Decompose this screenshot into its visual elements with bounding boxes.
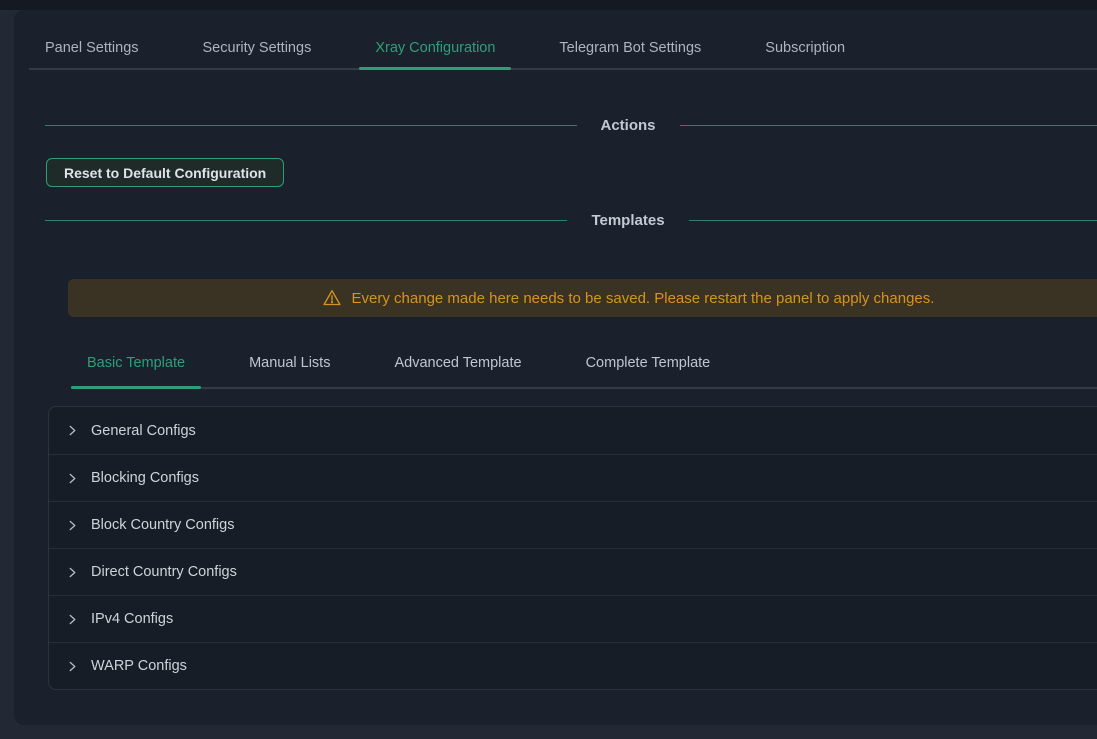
tab-telegram-bot-settings[interactable]: Telegram Bot Settings xyxy=(543,40,717,68)
accordion-item-label: IPv4 Configs xyxy=(91,611,173,627)
top-band xyxy=(0,0,1097,10)
chevron-right-icon xyxy=(67,567,78,578)
chevron-right-icon xyxy=(67,473,78,484)
tab-xray-configuration[interactable]: Xray Configuration xyxy=(359,40,511,68)
configs-accordion: General Configs Blocking Configs Block C… xyxy=(48,406,1097,690)
accordion-item-ipv4-configs[interactable]: IPv4 Configs xyxy=(49,595,1097,642)
warning-triangle-icon xyxy=(322,288,342,308)
accordion-item-label: General Configs xyxy=(91,423,196,439)
accordion-item-direct-country-configs[interactable]: Direct Country Configs xyxy=(49,548,1097,595)
template-tabbar: Basic Template Manual Lists Advanced Tem… xyxy=(71,355,1097,389)
tab-complete-template[interactable]: Complete Template xyxy=(570,355,727,387)
divider-line xyxy=(680,125,1097,126)
tab-security-settings[interactable]: Security Settings xyxy=(187,40,328,68)
templates-divider: Templates xyxy=(45,209,1097,231)
chevron-right-icon xyxy=(67,661,78,672)
accordion-item-block-country-configs[interactable]: Block Country Configs xyxy=(49,501,1097,548)
tab-panel-settings[interactable]: Panel Settings xyxy=(29,40,155,68)
accordion-item-label: Block Country Configs xyxy=(91,517,234,533)
chevron-right-icon xyxy=(67,425,78,436)
restart-warning-banner: Every change made here needs to be saved… xyxy=(68,279,1097,317)
chevron-right-icon xyxy=(67,520,78,531)
tab-manual-lists[interactable]: Manual Lists xyxy=(233,355,346,387)
tab-basic-template[interactable]: Basic Template xyxy=(71,355,201,387)
actions-section-title: Actions xyxy=(577,117,680,134)
chevron-right-icon xyxy=(67,614,78,625)
settings-tabbar: Panel Settings Security Settings Xray Co… xyxy=(29,40,1097,70)
accordion-item-label: Blocking Configs xyxy=(91,470,199,486)
accordion-item-label: Direct Country Configs xyxy=(91,564,237,580)
settings-card: Panel Settings Security Settings Xray Co… xyxy=(14,10,1097,725)
divider-line xyxy=(689,220,1097,221)
warning-text: Every change made here needs to be saved… xyxy=(352,290,935,307)
tab-subscription[interactable]: Subscription xyxy=(749,40,861,68)
accordion-item-general-configs[interactable]: General Configs xyxy=(49,407,1097,454)
accordion-item-warp-configs[interactable]: WARP Configs xyxy=(49,642,1097,689)
divider-line xyxy=(45,125,577,126)
divider-line xyxy=(45,220,567,221)
tab-advanced-template[interactable]: Advanced Template xyxy=(378,355,537,387)
accordion-item-label: WARP Configs xyxy=(91,658,187,674)
accordion-item-blocking-configs[interactable]: Blocking Configs xyxy=(49,454,1097,501)
templates-section-title: Templates xyxy=(567,212,688,229)
actions-divider: Actions xyxy=(45,114,1097,136)
reset-to-default-button[interactable]: Reset to Default Configuration xyxy=(46,158,284,187)
